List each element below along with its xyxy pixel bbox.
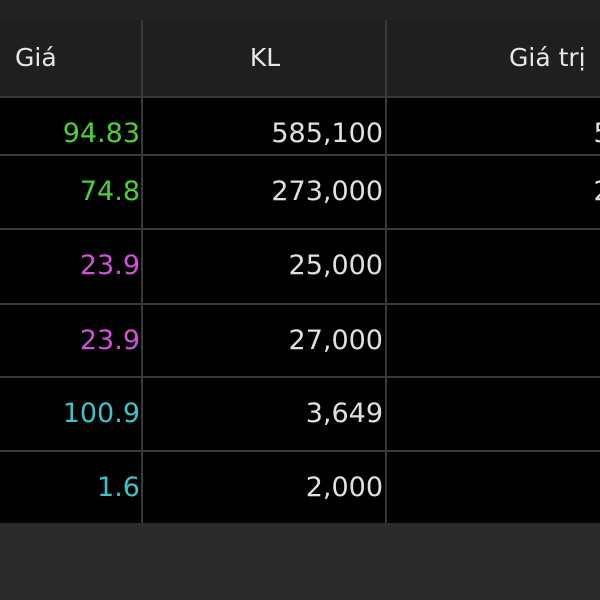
row-volume: 25,000 [288, 250, 383, 281]
row-volume: 2,000 [305, 472, 383, 503]
row-price: 23.9 [79, 325, 140, 356]
row-volume: 27,000 [288, 325, 383, 356]
row-price: 23.9 [79, 250, 140, 281]
header-value[interactable]: Giá trị [388, 20, 600, 96]
row-volume: 273,000 [271, 176, 383, 207]
row-price: 1.6 [97, 472, 140, 503]
row-value: 20,420 [388, 156, 600, 228]
table-row[interactable]: 23.9 25,000 597 [0, 228, 600, 302]
table-row[interactable]: 23.9 27,000 645 [0, 303, 600, 377]
header-volume[interactable]: KL [144, 20, 386, 96]
header-value-label: Giá trị [509, 43, 586, 72]
row-value: 368 [388, 378, 600, 450]
row-volume: 3,649 [305, 398, 383, 429]
row-price: 74.8 [79, 176, 140, 207]
table-header: Giá KL Giá trị [0, 20, 600, 96]
row-value: 3 [388, 452, 600, 523]
bottom-panel [0, 523, 600, 600]
header-price[interactable]: Giá [15, 20, 135, 96]
matched-trades-table: Giá KL Giá trị 94.83 585,100 55,485 74.8… [0, 20, 600, 523]
trade-table-screen: Giá KL Giá trị 94.83 585,100 55,485 74.8… [0, 0, 600, 600]
column-divider [385, 20, 387, 523]
row-value: 597 [388, 230, 600, 302]
table-row[interactable]: 1.6 2,000 3 [0, 450, 600, 523]
top-bar [0, 0, 600, 20]
column-divider [141, 20, 143, 523]
row-price: 100.9 [62, 398, 140, 429]
table-row[interactable]: 74.8 273,000 20,420 [0, 154, 600, 228]
row-value: 645 [388, 305, 600, 377]
table-row[interactable]: 100.9 3,649 368 [0, 376, 600, 450]
